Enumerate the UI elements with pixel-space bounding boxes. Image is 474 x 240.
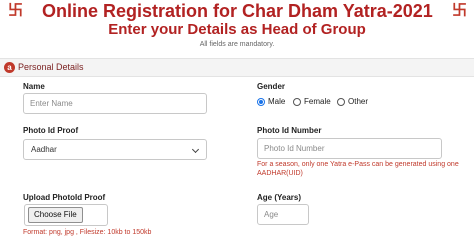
gender-option-male-label[interactable]: Male: [268, 97, 285, 107]
photo-id-number-input[interactable]: [257, 138, 442, 159]
gender-radio-other[interactable]: [337, 98, 345, 106]
page-title: Online Registration for Char Dham Yatra-…: [42, 1, 433, 21]
page-subtitle: Enter your Details as Head of Group: [108, 21, 366, 38]
name-label: Name: [23, 82, 45, 91]
name-input[interactable]: [23, 93, 207, 114]
age-label: Age (Years): [257, 193, 302, 202]
gender-label: Gender: [257, 82, 286, 91]
photo-id-file-input[interactable]: Choose File: [24, 204, 108, 226]
swastika-icon-left: 卐: [8, 1, 24, 19]
gender-option-female-label[interactable]: Female: [304, 97, 331, 107]
photo-id-proof-label: Photo Id Proof: [23, 126, 79, 135]
title-row: 卐 Online Registration for Char Dham Yatr…: [0, 1, 474, 23]
mandatory-note: All fields are mandatory.: [199, 41, 275, 48]
chevron-down-icon: [191, 145, 200, 154]
upload-photo-id-label: Upload PhotoId Proof: [23, 193, 106, 202]
file-format-note: Format: png, jpg , Filesize: 10kb to 150…: [23, 229, 152, 236]
epass-note-line-1: For a season, only one Yatra e-Pass can …: [257, 161, 459, 168]
photo-id-number-label: Photo Id Number: [257, 126, 322, 135]
gender-radio-female[interactable]: [293, 98, 301, 106]
choose-file-button[interactable]: Choose File: [28, 207, 83, 223]
gender-radio-male[interactable]: [257, 98, 265, 106]
age-input[interactable]: [257, 204, 309, 225]
epass-note-line-2: AADHAR(UID): [257, 170, 303, 177]
gender-option-other-label[interactable]: Other: [348, 97, 368, 107]
section-title: Personal Details: [18, 62, 84, 72]
section-header-personal-details: a Personal Details: [0, 58, 474, 77]
swastika-icon-right: 卐: [452, 1, 468, 19]
section-badge: a: [4, 62, 15, 73]
photo-id-proof-selected-value: Aadhar: [31, 145, 57, 154]
photo-id-proof-select[interactable]: Aadhar: [23, 139, 207, 160]
